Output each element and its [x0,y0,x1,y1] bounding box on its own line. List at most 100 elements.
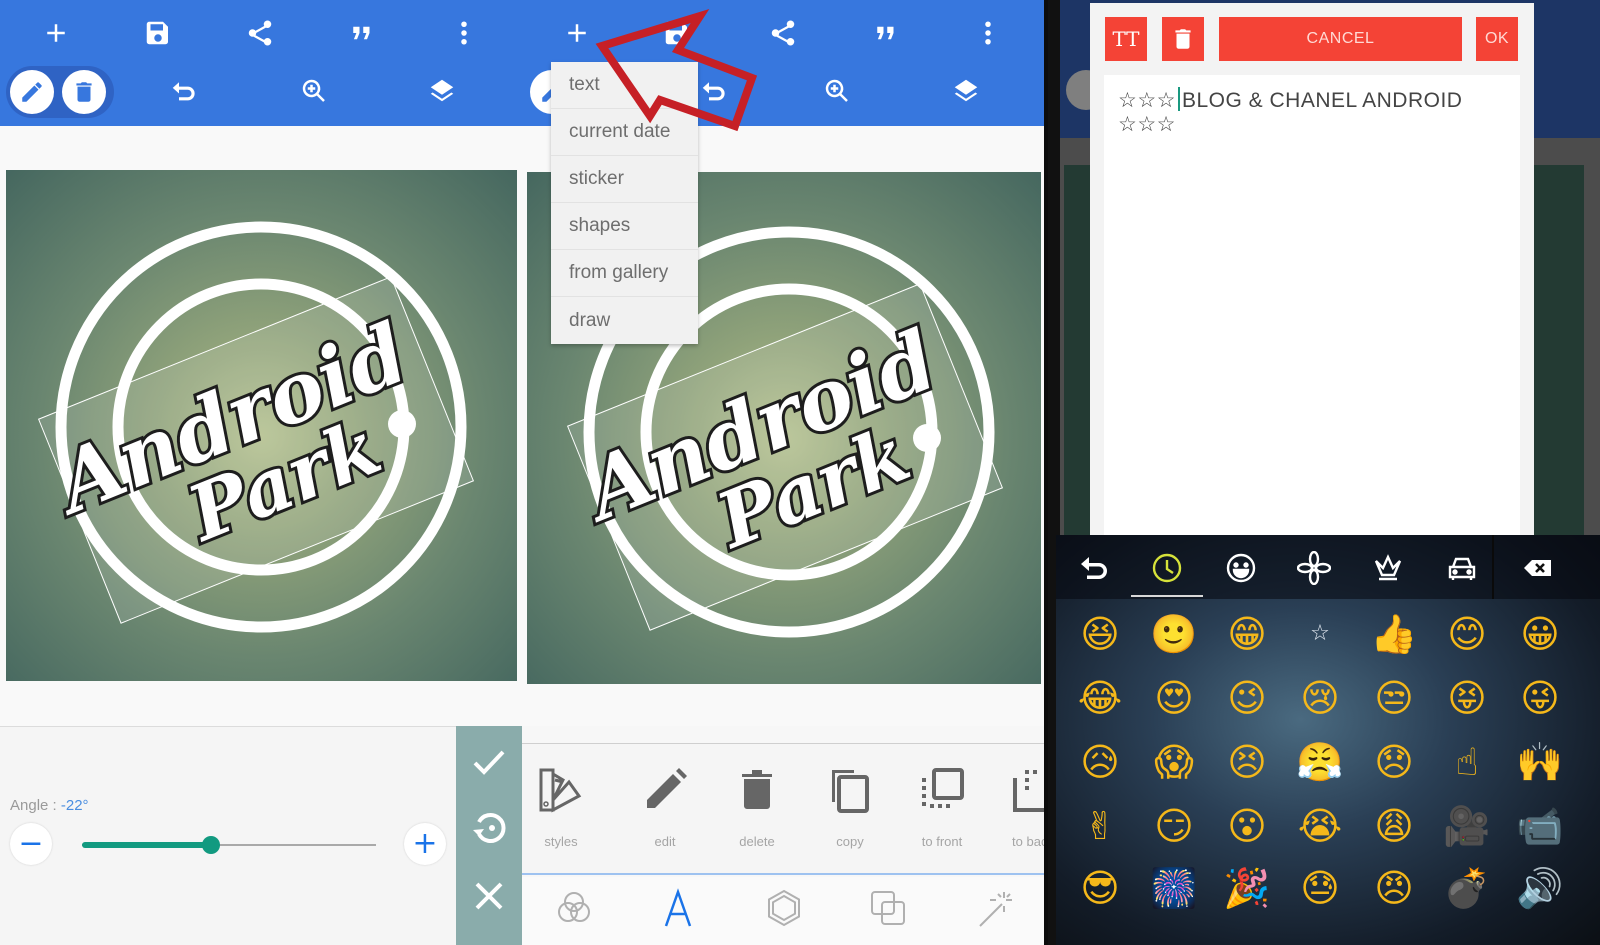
emoji-key[interactable]: 😂 [1070,669,1130,727]
menu-item-shapes[interactable]: shapes [551,203,698,250]
emoji-key[interactable]: 😭 [1290,797,1350,855]
text-main: BLOG & CHANEL ANDROID [1181,89,1463,112]
rotate-handle[interactable] [388,410,416,438]
undo-button[interactable] [162,69,206,113]
magic-wand-icon [979,892,1012,927]
delete-tool[interactable]: delete [712,764,802,864]
tab-colors[interactable] [546,883,602,933]
tab-smileys[interactable] [1205,543,1277,593]
emoji-key[interactable]: 😥 [1070,733,1130,791]
emoji-key[interactable]: 😱 [1144,733,1204,791]
delete-text-button[interactable] [1162,17,1204,61]
app-toolbar [0,0,522,126]
emoji-key[interactable]: 😆 [1070,605,1130,663]
check-icon [473,750,505,775]
emoji-category-tabs [1056,535,1600,599]
angle-slider[interactable] [82,836,376,854]
emoji-key[interactable]: 🎉 [1217,859,1277,917]
reset-rotation-button[interactable] [456,798,522,858]
emoji-key[interactable]: 🔊 [1510,859,1570,917]
tab-places[interactable] [1426,543,1498,593]
edit-mode-button[interactable] [10,70,54,114]
keyboard-back-button[interactable] [1058,543,1130,593]
emoji-key[interactable]: 😓 [1290,859,1350,917]
emoji-key[interactable]: 😤 [1290,733,1350,791]
menu-item-draw[interactable]: draw [551,297,698,344]
save-button[interactable] [136,11,180,55]
zoom-button[interactable] [292,69,336,113]
emoji-key[interactable]: 😜 [1510,669,1570,727]
emoji-key[interactable]: 😢 [1290,669,1350,727]
layers-button[interactable] [944,69,988,113]
emoji-key[interactable]: 🙂 [1144,605,1204,663]
layers-icon [954,79,978,102]
emoji-key[interactable]: 💣 [1437,859,1497,917]
emoji-key[interactable]: 😝 [1437,669,1497,727]
text-input-field[interactable]: ☆☆☆ BLOG & CHANEL ANDROID ☆☆☆ [1104,75,1520,535]
emoji-key[interactable]: 😞 [1364,733,1424,791]
emoji-key[interactable]: 😎 [1070,859,1130,917]
emoji-key[interactable]: 😠 [1364,859,1424,917]
decrease-angle-button[interactable]: − [10,823,52,865]
cancel-button[interactable]: CANCEL [1219,17,1462,61]
layers-squares-icon [871,891,905,925]
tab-nature[interactable] [1278,543,1350,593]
keyboard-backspace-button[interactable] [1502,543,1574,593]
ok-button[interactable]: OK [1476,17,1518,61]
emoji-key[interactable]: 😣 [1217,733,1277,791]
tab-recent[interactable] [1131,543,1203,593]
quote-button[interactable] [864,11,908,55]
tab-blend[interactable] [860,883,916,933]
font-size-button[interactable]: TT [1105,17,1147,61]
rotate-handle[interactable] [913,424,941,452]
styles-tool[interactable]: styles [516,764,606,864]
emoji-key[interactable]: 😉 [1217,669,1277,727]
emoji-key[interactable]: 😍 [1144,669,1204,727]
more-options-button[interactable] [966,11,1010,55]
zoom-button[interactable] [815,69,859,113]
menu-item-sticker[interactable]: sticker [551,156,698,203]
to-front-tool[interactable]: to front [897,764,987,864]
menu-item-text[interactable]: text [551,62,698,109]
emoji-key[interactable]: 🎆 [1144,859,1204,917]
layers-button[interactable] [420,69,464,113]
angle-slider-thumb[interactable] [202,836,221,854]
apply-button[interactable] [456,732,522,792]
increase-angle-button[interactable]: + [404,823,446,865]
cancel-button[interactable] [456,866,522,926]
emoji-key[interactable]: 😩 [1364,797,1424,855]
quote-button[interactable] [340,11,384,55]
emoji-key[interactable]: 😁 [1217,605,1277,663]
emoji-key[interactable]: 🙌 [1510,733,1570,791]
tab-text[interactable] [650,883,706,933]
share-button[interactable] [761,11,805,55]
emoji-key[interactable]: 📹 [1510,797,1570,855]
emoji-key[interactable]: ✌ [1070,797,1130,855]
add-button[interactable] [34,11,78,55]
menu-item-from-gallery[interactable]: from gallery [551,250,698,297]
edit-tool[interactable]: edit [620,764,710,864]
emoji-key[interactable]: 😏 [1144,797,1204,855]
copy-tool[interactable]: copy [805,764,895,864]
add-button[interactable] [555,11,599,55]
emoji-key[interactable]: 😮 [1217,797,1277,855]
emoji-key[interactable]: ☝ [1437,733,1497,791]
emoji-key[interactable]: 👍 [1364,605,1424,663]
share-button[interactable] [238,11,282,55]
more-options-button[interactable] [442,11,486,55]
emoji-key[interactable]: 😒 [1364,669,1424,727]
angle-value: -22° [60,797,89,814]
emoji-key[interactable]: 🎥 [1437,797,1497,855]
tab-effects[interactable] [968,883,1024,933]
emoji-key[interactable]: 😊 [1437,605,1497,663]
undo-button[interactable] [692,69,736,113]
emoji-key[interactable]: ☆ [1290,605,1350,663]
tab-shape[interactable] [756,883,812,933]
save-button[interactable] [655,11,699,55]
copy-icon [832,770,869,813]
emoji-key[interactable]: 😀 [1510,605,1570,663]
canvas-image[interactable]: Android Park [6,170,517,681]
menu-item-current-date[interactable]: current date [551,109,698,156]
tab-objects[interactable] [1352,543,1424,593]
delete-mode-button[interactable] [62,70,106,114]
